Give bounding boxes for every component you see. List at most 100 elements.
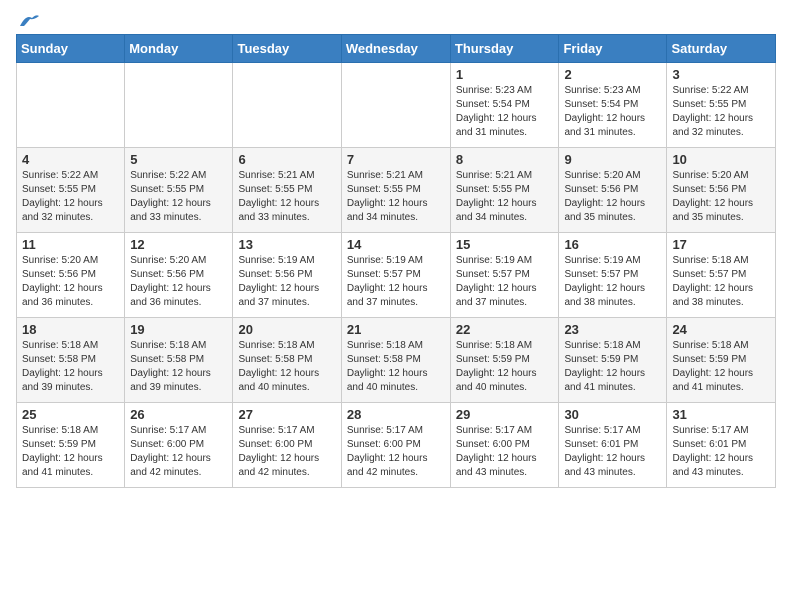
weekday-header-sunday: Sunday: [17, 35, 125, 63]
day-info: Sunrise: 5:22 AM Sunset: 5:55 PM Dayligh…: [130, 169, 227, 225]
day-number: 20: [238, 322, 335, 337]
calendar-cell: 10Sunrise: 5:20 AM Sunset: 5:56 PM Dayli…: [667, 148, 776, 233]
weekday-header-row: SundayMondayTuesdayWednesdayThursdayFrid…: [17, 35, 776, 63]
calendar-cell: 15 Sunrise: 5:19 AM Sunset: 5:57 PM Dayli…: [450, 233, 559, 318]
day-number: 26: [130, 407, 227, 422]
day-info: Sunrise: 5:17 AM Sunset: 6:00 PM Dayligh…: [238, 424, 335, 480]
day-info: Sunrise: 5:17 AM Sunset: 6:00 PM Dayligh…: [456, 424, 554, 480]
day-number: 2: [564, 67, 661, 82]
calendar-cell: 8 Sunrise: 5:21 AM Sunset: 5:55 PM Daylig…: [450, 148, 559, 233]
day-info: Sunrise: 5:19 AM Sunset: 5:57 PM Dayligh…: [347, 254, 445, 310]
weekday-header-thursday: Thursday: [450, 35, 559, 63]
calendar-week-row: 18 Sunrise: 5:18 AM Sunset: 5:58 PM Dayli…: [17, 318, 776, 403]
calendar-cell: 31Sunrise: 5:17 AM Sunset: 6:01 PM Dayli…: [667, 403, 776, 488]
calendar-cell: 11 Sunrise: 5:20 AM Sunset: 5:56 PM Dayli…: [17, 233, 125, 318]
calendar-table: SundayMondayTuesdayWednesdayThursdayFrid…: [16, 34, 776, 488]
calendar-cell: 24 Sunrise: 5:18 AM Sunset: 5:59 PM Dayli…: [667, 318, 776, 403]
calendar-cell: 25 Sunrise: 5:18 AM Sunset: 5:59 PM Dayli…: [17, 403, 125, 488]
calendar-cell: 26 Sunrise: 5:17 AM Sunset: 6:00 PM Dayli…: [125, 403, 233, 488]
day-info: Sunrise: 5:21 AM Sunset: 5:55 PM Dayligh…: [238, 169, 335, 225]
calendar-cell: 29 Sunrise: 5:17 AM Sunset: 6:00 PM Dayli…: [450, 403, 559, 488]
calendar-cell: 6 Sunrise: 5:21 AM Sunset: 5:55 PM Daylig…: [233, 148, 341, 233]
day-number: 1: [456, 67, 554, 82]
calendar-cell: 18 Sunrise: 5:18 AM Sunset: 5:58 PM Dayli…: [17, 318, 125, 403]
calendar-cell: 3Sunrise: 5:22 AM Sunset: 5:55 PM Daylig…: [667, 63, 776, 148]
weekday-header-friday: Friday: [559, 35, 667, 63]
day-info: Sunrise: 5:18 AM Sunset: 5:59 PM Dayligh…: [456, 339, 554, 395]
day-number: 24: [672, 322, 770, 337]
calendar-week-row: 1 Sunrise: 5:23 AM Sunset: 5:54 PM Daylig…: [17, 63, 776, 148]
day-info: Sunrise: 5:18 AM Sunset: 5:58 PM Dayligh…: [22, 339, 119, 395]
calendar-cell: [17, 63, 125, 148]
day-info: Sunrise: 5:18 AM Sunset: 5:58 PM Dayligh…: [347, 339, 445, 395]
day-info: Sunrise: 5:20 AM Sunset: 5:56 PM Dayligh…: [564, 169, 661, 225]
calendar-cell: 20Sunrise: 5:18 AM Sunset: 5:58 PM Dayli…: [233, 318, 341, 403]
day-info: Sunrise: 5:18 AM Sunset: 5:57 PM Dayligh…: [672, 254, 770, 310]
day-number: 11: [22, 237, 119, 252]
day-number: 9: [564, 152, 661, 167]
day-info: Sunrise: 5:20 AM Sunset: 5:56 PM Dayligh…: [672, 169, 770, 225]
day-number: 28: [347, 407, 445, 422]
day-number: 21: [347, 322, 445, 337]
day-info: Sunrise: 5:19 AM Sunset: 5:56 PM Dayligh…: [238, 254, 335, 310]
day-number: 12: [130, 237, 227, 252]
day-info: Sunrise: 5:17 AM Sunset: 6:01 PM Dayligh…: [564, 424, 661, 480]
calendar-cell: 30 Sunrise: 5:17 AM Sunset: 6:01 PM Dayli…: [559, 403, 667, 488]
day-info: Sunrise: 5:20 AM Sunset: 5:56 PM Dayligh…: [22, 254, 119, 310]
calendar-cell: [125, 63, 233, 148]
calendar-cell: 27 Sunrise: 5:17 AM Sunset: 6:00 PM Dayli…: [233, 403, 341, 488]
day-info: Sunrise: 5:18 AM Sunset: 5:59 PM Dayligh…: [672, 339, 770, 395]
day-info: Sunrise: 5:21 AM Sunset: 5:55 PM Dayligh…: [347, 169, 445, 225]
day-number: 19: [130, 322, 227, 337]
day-number: 14: [347, 237, 445, 252]
weekday-header-wednesday: Wednesday: [341, 35, 450, 63]
calendar-cell: 17 Sunrise: 5:18 AM Sunset: 5:57 PM Dayli…: [667, 233, 776, 318]
day-number: 13: [238, 237, 335, 252]
day-info: Sunrise: 5:19 AM Sunset: 5:57 PM Dayligh…: [456, 254, 554, 310]
calendar-cell: 12 Sunrise: 5:20 AM Sunset: 5:56 PM Dayli…: [125, 233, 233, 318]
day-number: 27: [238, 407, 335, 422]
day-info: Sunrise: 5:21 AM Sunset: 5:55 PM Dayligh…: [456, 169, 554, 225]
calendar-cell: 9 Sunrise: 5:20 AM Sunset: 5:56 PM Daylig…: [559, 148, 667, 233]
day-number: 7: [347, 152, 445, 167]
calendar-cell: [341, 63, 450, 148]
calendar-cell: 14 Sunrise: 5:19 AM Sunset: 5:57 PM Dayli…: [341, 233, 450, 318]
calendar-cell: 7 Sunrise: 5:21 AM Sunset: 5:55 PM Daylig…: [341, 148, 450, 233]
day-number: 6: [238, 152, 335, 167]
day-number: 23: [564, 322, 661, 337]
day-info: Sunrise: 5:18 AM Sunset: 5:59 PM Dayligh…: [564, 339, 661, 395]
day-number: 30: [564, 407, 661, 422]
calendar-cell: 16Sunrise: 5:19 AM Sunset: 5:57 PM Dayli…: [559, 233, 667, 318]
day-number: 4: [22, 152, 119, 167]
calendar-week-row: 4 Sunrise: 5:22 AM Sunset: 5:55 PM Daylig…: [17, 148, 776, 233]
day-number: 29: [456, 407, 554, 422]
calendar-cell: 5Sunrise: 5:22 AM Sunset: 5:55 PM Daylig…: [125, 148, 233, 233]
calendar-cell: 28 Sunrise: 5:17 AM Sunset: 6:00 PM Dayli…: [341, 403, 450, 488]
weekday-header-saturday: Saturday: [667, 35, 776, 63]
day-info: Sunrise: 5:17 AM Sunset: 6:00 PM Dayligh…: [130, 424, 227, 480]
calendar-cell: 2Sunrise: 5:23 AM Sunset: 5:54 PM Daylig…: [559, 63, 667, 148]
calendar-week-row: 11 Sunrise: 5:20 AM Sunset: 5:56 PM Dayli…: [17, 233, 776, 318]
day-info: Sunrise: 5:22 AM Sunset: 5:55 PM Dayligh…: [672, 84, 770, 140]
day-number: 17: [672, 237, 770, 252]
day-info: Sunrise: 5:18 AM Sunset: 5:59 PM Dayligh…: [22, 424, 119, 480]
calendar-cell: 19 Sunrise: 5:18 AM Sunset: 5:58 PM Dayli…: [125, 318, 233, 403]
calendar-cell: 21 Sunrise: 5:18 AM Sunset: 5:58 PM Dayli…: [341, 318, 450, 403]
day-info: Sunrise: 5:17 AM Sunset: 6:00 PM Dayligh…: [347, 424, 445, 480]
calendar-cell: 1 Sunrise: 5:23 AM Sunset: 5:54 PM Daylig…: [450, 63, 559, 148]
day-info: Sunrise: 5:18 AM Sunset: 5:58 PM Dayligh…: [130, 339, 227, 395]
calendar-cell: 23 Sunrise: 5:18 AM Sunset: 5:59 PM Dayli…: [559, 318, 667, 403]
weekday-header-monday: Monday: [125, 35, 233, 63]
day-number: 22: [456, 322, 554, 337]
calendar-cell: 22 Sunrise: 5:18 AM Sunset: 5:59 PM Dayli…: [450, 318, 559, 403]
day-number: 8: [456, 152, 554, 167]
day-number: 15: [456, 237, 554, 252]
day-number: 31: [672, 407, 770, 422]
calendar-cell: [233, 63, 341, 148]
day-number: 16: [564, 237, 661, 252]
calendar-week-row: 25 Sunrise: 5:18 AM Sunset: 5:59 PM Dayli…: [17, 403, 776, 488]
day-number: 18: [22, 322, 119, 337]
day-info: Sunrise: 5:23 AM Sunset: 5:54 PM Dayligh…: [456, 84, 554, 140]
day-info: Sunrise: 5:20 AM Sunset: 5:56 PM Dayligh…: [130, 254, 227, 310]
day-number: 25: [22, 407, 119, 422]
